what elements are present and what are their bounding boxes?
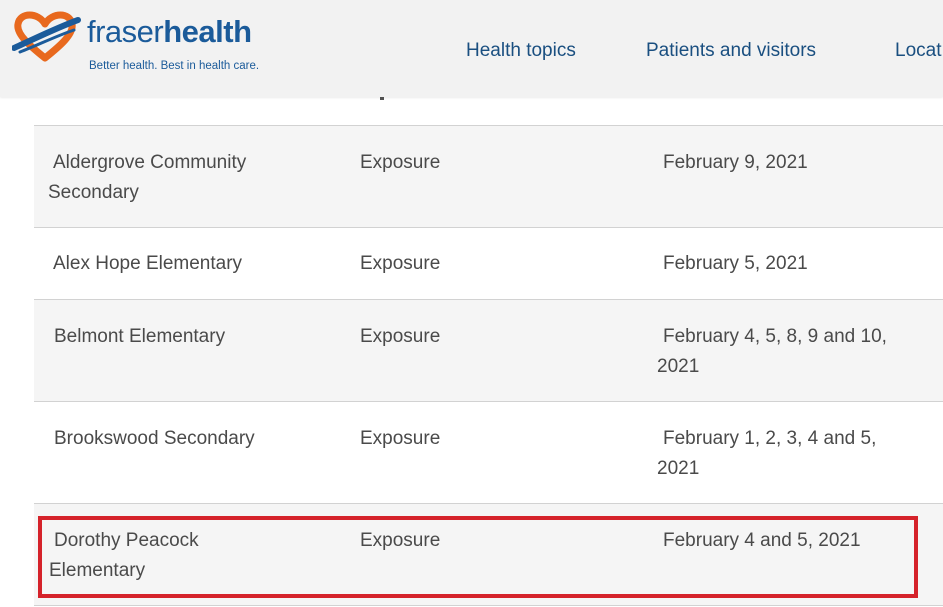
nav-patients-and-visitors[interactable]: Patients and visitors xyxy=(646,40,816,62)
brand-name-bold: health xyxy=(163,14,252,49)
fraser-health-logo[interactable]: fraserhealth Better health. Best in heal… xyxy=(12,8,259,78)
nav-locations[interactable]: Locat xyxy=(895,40,941,62)
exposure-type: Exposure xyxy=(360,326,441,347)
school-name-line1: Belmont Elementary xyxy=(54,326,226,347)
exposure-date-line2: 2021 xyxy=(657,458,700,479)
exposure-date: February 4 and 5, 2021 xyxy=(663,526,933,556)
school-name: Aldergrove Community Secondary xyxy=(48,148,303,208)
table-row: Aldergrove Community Secondary Exposure F… xyxy=(34,125,943,227)
school-name: Belmont Elementary xyxy=(54,322,304,352)
exposure-date-line1: February 4, 5, 8, 9 and 10, xyxy=(663,326,887,347)
school-name: Dorothy Peacock Elementary xyxy=(49,526,304,586)
school-name-line1: Aldergrove Community xyxy=(53,152,247,173)
exposure-date-line2: 2021 xyxy=(657,356,700,377)
exposure-date: February 4, 5, 8, 9 and 10, 2021 xyxy=(657,322,933,382)
school-name-line1: Brookswood Secondary xyxy=(54,428,255,449)
exposure-date: February 9, 2021 xyxy=(663,148,933,178)
table-bottom-border xyxy=(34,605,943,606)
school-name-line1: Alex Hope Elementary xyxy=(53,253,243,274)
exposure-date-line1: February 4 and 5, 2021 xyxy=(663,530,861,551)
school-name-line2: Secondary xyxy=(48,182,139,203)
exposure-type: Exposure xyxy=(360,530,441,551)
school-name-line1: Dorothy Peacock xyxy=(54,530,199,551)
school-name-line2: Elementary xyxy=(49,560,146,581)
exposure-date: February 1, 2, 3, 4 and 5, 2021 xyxy=(657,424,933,484)
table-row: Dorothy Peacock Elementary Exposure Febru… xyxy=(34,503,943,605)
exposure-date-line1: February 1, 2, 3, 4 and 5, xyxy=(663,428,877,449)
exposure-type: Exposure xyxy=(360,253,441,274)
clipped-text-fragment xyxy=(380,97,384,100)
exposure-table: Aldergrove Community Secondary Exposure F… xyxy=(34,125,943,605)
nav-health-topics[interactable]: Health topics xyxy=(466,40,576,62)
exposure-type: Exposure xyxy=(360,152,441,173)
exposure-date: February 5, 2021 xyxy=(663,249,933,279)
table-row: Belmont Elementary Exposure February 4, … xyxy=(34,299,943,401)
brand-name-light: fraser xyxy=(87,14,164,49)
table-row: Alex Hope Elementary Exposure February 5… xyxy=(34,227,943,299)
school-name: Alex Hope Elementary xyxy=(53,249,303,279)
exposure-date-line1: February 5, 2021 xyxy=(663,253,808,274)
school-name: Brookswood Secondary xyxy=(54,424,304,454)
table-row: Brookswood Secondary Exposure February 1… xyxy=(34,401,943,503)
tagline: Better health. Best in health care. xyxy=(89,60,260,72)
site-header: fraserhealth Better health. Best in heal… xyxy=(0,0,943,97)
exposure-type: Exposure xyxy=(360,428,441,449)
heart-logo-icon xyxy=(12,11,81,62)
exposure-date-line1: February 9, 2021 xyxy=(663,152,808,173)
brand-name: fraserhealth xyxy=(87,14,252,50)
